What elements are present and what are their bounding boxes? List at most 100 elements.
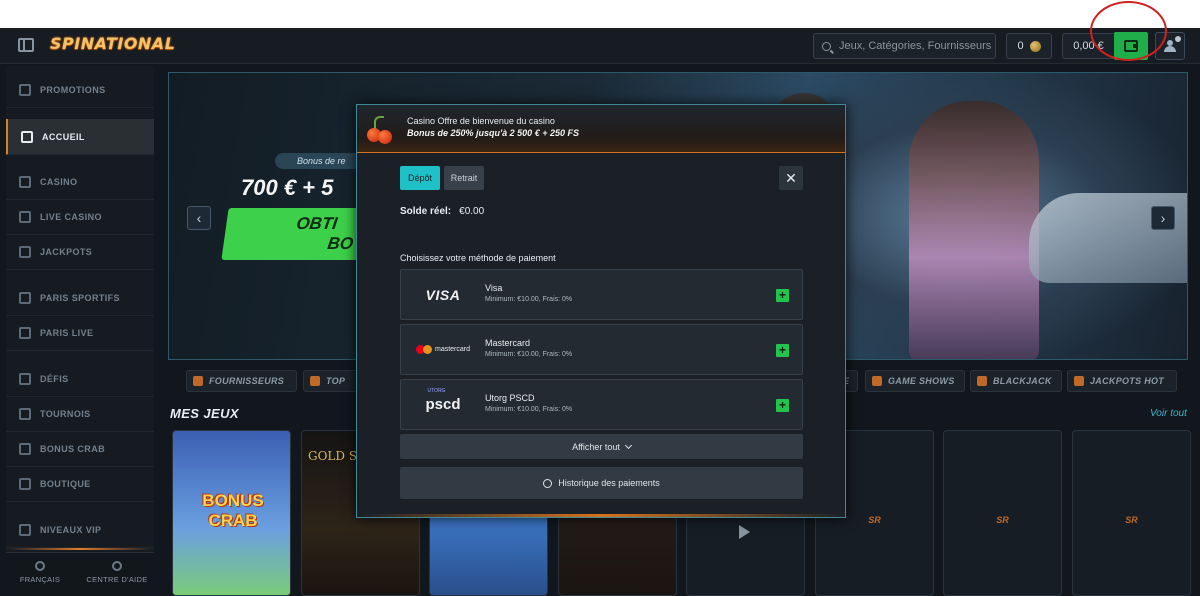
banner-cta-line1: OBTI <box>295 214 339 233</box>
live-bet-icon <box>19 326 31 339</box>
sidebar-item-defis[interactable]: DÉFIS <box>6 361 154 397</box>
coins-counter[interactable]: 0 <box>1006 33 1052 59</box>
help-label: CENTRE D'AIDE <box>86 575 148 584</box>
show-all-label: Afficher tout <box>572 441 620 452</box>
microphone-icon <box>872 376 882 386</box>
sidebar-item-label: PROMOTIONS <box>40 84 106 95</box>
logo[interactable]: SPINATIONAL <box>50 34 175 53</box>
tab-retrait[interactable]: Retrait <box>444 166 484 190</box>
mastercard-logo: mastercard <box>401 325 485 374</box>
notification-dot <box>1175 36 1181 42</box>
sidebar-item-label: LIVE CASINO <box>40 211 102 222</box>
banner-cta-button[interactable]: OBTI BO <box>221 208 369 260</box>
sidebar-item-label: JACKPOTS <box>40 246 93 257</box>
category-label: TOP <box>326 376 346 386</box>
category-tab-jackpots-hot[interactable]: JACKPOTS HOT <box>1067 370 1177 392</box>
balance-value: €0.00 <box>459 206 485 217</box>
language-selector[interactable]: FRANÇAIS <box>14 561 66 584</box>
search-placeholder: Jeux, Catégories, Fournisseurs <box>839 40 992 52</box>
jackpot-icon <box>19 245 31 258</box>
method-info: Minimum: €10.00, Frais: 0% <box>485 351 573 358</box>
category-label: JACKPOTS HOT <box>1090 376 1165 386</box>
category-tab-blackjack[interactable]: BLACKJACK <box>970 370 1062 392</box>
cherry-icon <box>365 115 395 145</box>
add-icon[interactable]: + <box>776 289 789 302</box>
game-tile[interactable]: BONUS CRAB <box>172 430 291 596</box>
payment-method-utorg-pscd[interactable]: UTORG pscd Utorg PSCD Minimum: €10.00, Fr… <box>400 379 803 430</box>
providers-icon <box>193 376 203 386</box>
slot-machine-icon <box>19 175 31 188</box>
banner-next-button[interactable]: › <box>1151 206 1175 230</box>
category-tab-game-shows[interactable]: GAME SHOWS <box>865 370 965 392</box>
method-info: Minimum: €10.00, Frais: 0% <box>485 406 573 413</box>
show-all-button[interactable]: Afficher tout <box>400 434 803 459</box>
divider <box>357 514 845 517</box>
game-placeholder-logo: SR <box>1125 515 1138 525</box>
category-label: FOURNISSEURS <box>209 376 285 386</box>
sidebar: PROMOTIONS ACCUEIL CASINO LIVE CASINO JA… <box>6 66 154 596</box>
sidebar-item-boutique[interactable]: BOUTIQUE <box>6 466 154 502</box>
fire-icon <box>1074 376 1084 386</box>
sidebar-item-paris-live[interactable]: PARIS LIVE <box>6 315 154 351</box>
help-center-link[interactable]: CENTRE D'AIDE <box>82 561 152 584</box>
balance-label: Solde réel: <box>400 206 452 217</box>
visa-logo: VISA <box>425 286 461 303</box>
sidebar-item-label: BOUTIQUE <box>40 478 91 489</box>
sidebar-item-live-casino[interactable]: LIVE CASINO <box>6 199 154 235</box>
play-icon <box>739 525 750 539</box>
close-icon[interactable]: ✕ <box>779 166 803 190</box>
sidebar-item-bonus-crab[interactable]: BONUS CRAB <box>6 431 154 467</box>
modal-subtitle: Bonus de 250% jusqu'à 2 500 € + 250 FS <box>407 128 579 138</box>
payment-history-button[interactable]: Historique des paiements <box>400 467 803 499</box>
sidebar-item-accueil[interactable]: ACCUEIL <box>6 119 154 155</box>
sidebar-item-label: DÉFIS <box>40 373 69 384</box>
sidebar-item-paris-sportifs[interactable]: PARIS SPORTIFS <box>6 280 154 316</box>
trophy-icon <box>19 407 31 420</box>
live-icon <box>19 210 31 223</box>
home-icon <box>21 130 33 143</box>
pscd-logo: UTORG pscd <box>425 388 461 413</box>
category-tab-top[interactable]: TOP <box>303 370 359 392</box>
football-icon <box>19 291 31 304</box>
globe-icon <box>35 561 45 571</box>
see-all-link[interactable]: Voir tout <box>1150 408 1187 419</box>
category-tab-fournisseurs[interactable]: FOURNISSEURS <box>186 370 297 392</box>
sidebar-item-casino[interactable]: CASINO <box>6 164 154 200</box>
tab-depot[interactable]: Dépôt <box>400 166 440 190</box>
sidebar-item-label: ACCUEIL <box>42 131 85 142</box>
game-tile[interactable]: SR <box>943 430 1062 596</box>
sidebar-item-jackpots[interactable]: JACKPOTS <box>6 234 154 270</box>
sidebar-item-label: TOURNOIS <box>40 408 91 419</box>
challenge-icon <box>19 372 31 385</box>
highlight-circle <box>1090 1 1167 61</box>
chevron-down-icon <box>624 441 632 449</box>
search-input[interactable]: Jeux, Catégories, Fournisseurs <box>813 33 996 59</box>
app: SPINATIONAL Jeux, Catégories, Fournisseu… <box>0 28 1200 596</box>
history-label: Historique des paiements <box>558 478 660 488</box>
payment-method-visa[interactable]: VISA Visa Minimum: €10.00, Frais: 0% + <box>400 269 803 320</box>
payment-modal: Casino Offre de bienvenue du casino Bonu… <box>356 104 846 518</box>
user-icon <box>1164 40 1176 52</box>
method-name: Visa <box>485 283 503 293</box>
sidebar-item-niveaux-vip[interactable]: NIVEAUX VIP <box>6 512 154 548</box>
crab-icon <box>19 442 31 455</box>
payment-method-label: Choisissez votre méthode de paiement <box>400 253 556 263</box>
banner-amount: 700 € + 5 <box>241 175 334 200</box>
payment-method-mastercard[interactable]: mastercard Mastercard Minimum: €10.00, F… <box>400 324 803 375</box>
game-tile[interactable]: SR <box>1072 430 1191 596</box>
language-label: FRANÇAIS <box>19 575 61 584</box>
method-name: Mastercard <box>485 338 531 348</box>
add-icon[interactable]: + <box>776 344 789 357</box>
sidebar-item-tournois[interactable]: TOURNOIS <box>6 396 154 432</box>
coins-value: 0 <box>1017 40 1024 52</box>
sidebar-footer: FRANÇAIS CENTRE D'AIDE <box>6 552 154 596</box>
banner-prev-button[interactable]: ‹ <box>187 206 211 230</box>
sidebar-item-label: PARIS LIVE <box>40 327 94 338</box>
modal-header: Casino Offre de bienvenue du casino Bonu… <box>357 105 845 153</box>
sidebar-item-promotions[interactable]: PROMOTIONS <box>6 72 154 108</box>
sidebar-item-label: CASINO <box>40 176 78 187</box>
add-icon[interactable]: + <box>776 399 789 412</box>
method-info: Minimum: €10.00, Frais: 0% <box>485 296 573 303</box>
section-title: MES JEUX <box>170 406 239 421</box>
sidebar-toggle-icon[interactable] <box>18 38 34 52</box>
